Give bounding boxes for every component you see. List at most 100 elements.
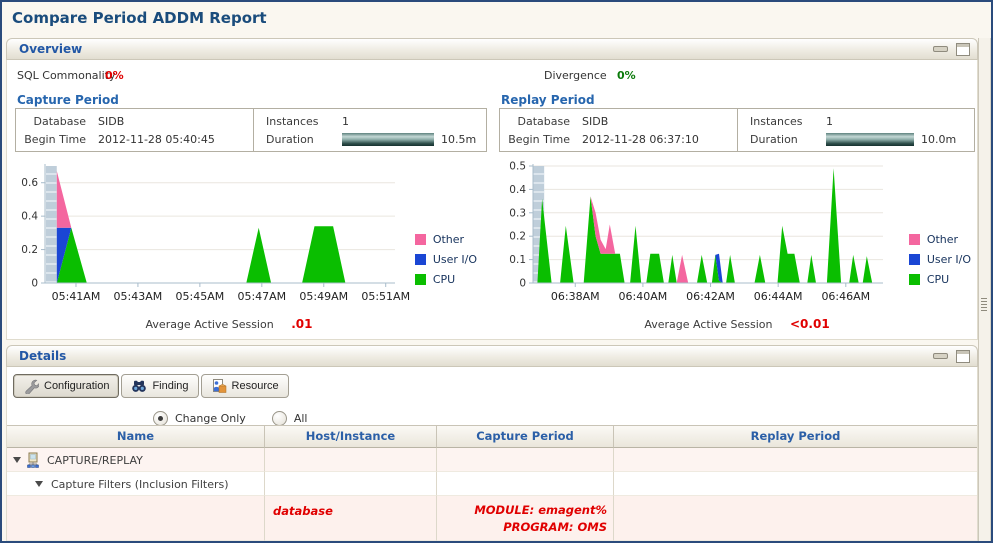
legend-swatch-user_io xyxy=(414,254,426,265)
table-row-filter-values: database MODULE: emagent% PROGRAM: OMS xyxy=(7,496,977,541)
details-section: Details Configuration Finding Resource C… xyxy=(6,345,978,541)
name-cell: Capture Filters (Inclusion Filters) xyxy=(7,472,265,496)
legend-item-other: Other xyxy=(414,233,477,246)
host-cell: database xyxy=(265,496,437,541)
capture-replay-topology-icon xyxy=(27,452,39,468)
replay-database-value: SIDB xyxy=(582,114,609,128)
svg-text:0: 0 xyxy=(519,278,526,290)
replay-avg-session-value: <0.01 xyxy=(790,317,830,331)
capture-activity-chart: 0 0.2 0.4 0.6 05:41AM 05:43AM 05:45AM 05:47AM 05… xyxy=(21,164,410,303)
capture-duration-label: Duration xyxy=(266,132,314,146)
sql-commonality-value: 0% xyxy=(105,69,124,82)
legend-label-user_io: User I/O xyxy=(432,253,477,266)
legend-swatch-cpu xyxy=(908,274,920,285)
svg-text:06:38AM: 06:38AM xyxy=(551,290,600,303)
replay-period-heading: Replay Period xyxy=(501,93,595,107)
tree-item-capture-filters: Capture Filters (Inclusion Filters) xyxy=(51,478,229,491)
capture-instance-cell: Instances 1 Duration 10.5m xyxy=(254,109,486,151)
collapse-triangle-icon[interactable] xyxy=(35,481,43,487)
capture-cell xyxy=(437,472,614,496)
resource-box-icon xyxy=(212,379,227,393)
all-label: All xyxy=(293,412,308,425)
svg-text:06:40AM: 06:40AM xyxy=(619,290,668,303)
capture-database-label: Database xyxy=(33,114,87,128)
capture-chart-legend: Other User I/O CPU xyxy=(414,233,477,286)
collapse-triangle-icon[interactable] xyxy=(13,457,21,463)
replay-chart-legend: Other User I/O CPU xyxy=(908,233,971,286)
details-body: Configuration Finding Resource Change On… xyxy=(6,367,978,541)
replay-begin-time-value: 2012-11-28 06:37:10 xyxy=(582,132,699,146)
divergence-label: Divergence xyxy=(544,69,607,82)
replay-instances-value: 1 xyxy=(826,114,833,128)
series-user_io xyxy=(56,226,396,283)
tab-resource[interactable]: Resource xyxy=(200,374,289,398)
replay-cell xyxy=(614,448,977,472)
change-only-radio[interactable] xyxy=(153,411,168,426)
svg-text:05:43AM: 05:43AM xyxy=(114,290,163,303)
capture-db-cell: Database SIDB Begin Time 2012-11-28 05:4… xyxy=(16,109,254,151)
replay-instance-cell: Instances 1 Duration 10.0m xyxy=(738,109,974,151)
capture-begin-time-label: Begin Time xyxy=(24,132,86,146)
page-title: Compare Period ADDM Report xyxy=(12,9,267,27)
replay-duration-label: Duration xyxy=(750,132,798,146)
host-cell xyxy=(265,472,437,496)
tab-configuration[interactable]: Configuration xyxy=(13,374,120,398)
replay-duration-bar xyxy=(826,132,914,146)
filter-module-value: MODULE: emagent% xyxy=(474,503,607,517)
overview-title: Overview xyxy=(19,42,83,56)
replay-database-label: Database xyxy=(517,114,571,128)
replay-begin-time-label: Begin Time xyxy=(508,132,570,146)
svg-text:06:42AM: 06:42AM xyxy=(686,290,735,303)
splitter-grip-icon xyxy=(981,298,987,313)
capture-database-value: SIDB xyxy=(98,114,125,128)
minimize-icon[interactable] xyxy=(933,46,948,52)
overview-section: Overview SQL Commonality 0% Divergence 0… xyxy=(6,38,978,340)
svg-text:0.3: 0.3 xyxy=(509,207,526,219)
svg-text:0.1: 0.1 xyxy=(509,254,526,266)
svg-text:0.4: 0.4 xyxy=(21,211,38,223)
right-panel-splitter[interactable] xyxy=(978,38,991,541)
legend-item-cpu: CPU xyxy=(908,273,971,286)
svg-text:05:41AM: 05:41AM xyxy=(52,290,101,303)
restore-icon[interactable] xyxy=(956,349,970,363)
legend-label-cpu: CPU xyxy=(926,273,950,286)
series-other xyxy=(56,171,396,283)
series-cpu xyxy=(537,168,873,283)
host-cell xyxy=(265,448,437,472)
overview-body: SQL Commonality 0% Divergence 0% Capture… xyxy=(6,60,978,340)
compare-period-addm-report-page: Compare Period ADDM Report Overview SQL … xyxy=(0,0,993,543)
tab-finding[interactable]: Finding xyxy=(121,374,199,398)
capture-chart-box: 0 0.2 0.4 0.6 05:41AM 05:43AM 05:45AM 05:47AM 05… xyxy=(9,160,479,312)
replay-avg-session-label: Average Active Session xyxy=(644,318,773,331)
replay-duration-value: 10.0m xyxy=(921,132,957,146)
svg-text:05:45AM: 05:45AM xyxy=(176,290,225,303)
capture-duration-value: 10.5m xyxy=(441,132,477,146)
legend-item-cpu: CPU xyxy=(414,273,477,286)
legend-swatch-cpu xyxy=(414,274,426,285)
minimize-icon[interactable] xyxy=(933,353,948,359)
capture-period-info-box: Database SIDB Begin Time 2012-11-28 05:4… xyxy=(15,108,487,152)
column-header-host-instance: Host/Instance xyxy=(265,426,437,448)
svg-text:0.2: 0.2 xyxy=(21,244,38,256)
wrench-icon xyxy=(25,379,39,394)
legend-label-cpu: CPU xyxy=(432,273,456,286)
svg-text:0.6: 0.6 xyxy=(21,177,38,189)
restore-icon[interactable] xyxy=(956,42,970,56)
svg-text:05:49AM: 05:49AM xyxy=(299,290,348,303)
legend-label-other: Other xyxy=(926,233,959,246)
details-title: Details xyxy=(19,349,67,363)
overview-header: Overview xyxy=(6,38,978,60)
filter-host-value: database xyxy=(273,504,333,518)
legend-swatch-other xyxy=(908,234,920,245)
divergence-value: 0% xyxy=(617,69,636,82)
sql-commonality-label: SQL Commonality xyxy=(17,69,116,82)
replay-cell xyxy=(614,496,977,541)
all-radio[interactable] xyxy=(271,411,287,426)
binoculars-icon xyxy=(132,380,147,392)
legend-swatch-user_io xyxy=(908,254,920,265)
details-table: Name Host/Instance Capture Period Replay… xyxy=(7,425,977,541)
capture-avg-session-label: Average Active Session xyxy=(145,318,274,331)
capture-avg-session-row: Average Active Session .01 xyxy=(9,317,449,331)
legend-item-user_io: User I/O xyxy=(414,253,477,266)
name-cell: CAPTURE/REPLAY xyxy=(7,448,265,472)
